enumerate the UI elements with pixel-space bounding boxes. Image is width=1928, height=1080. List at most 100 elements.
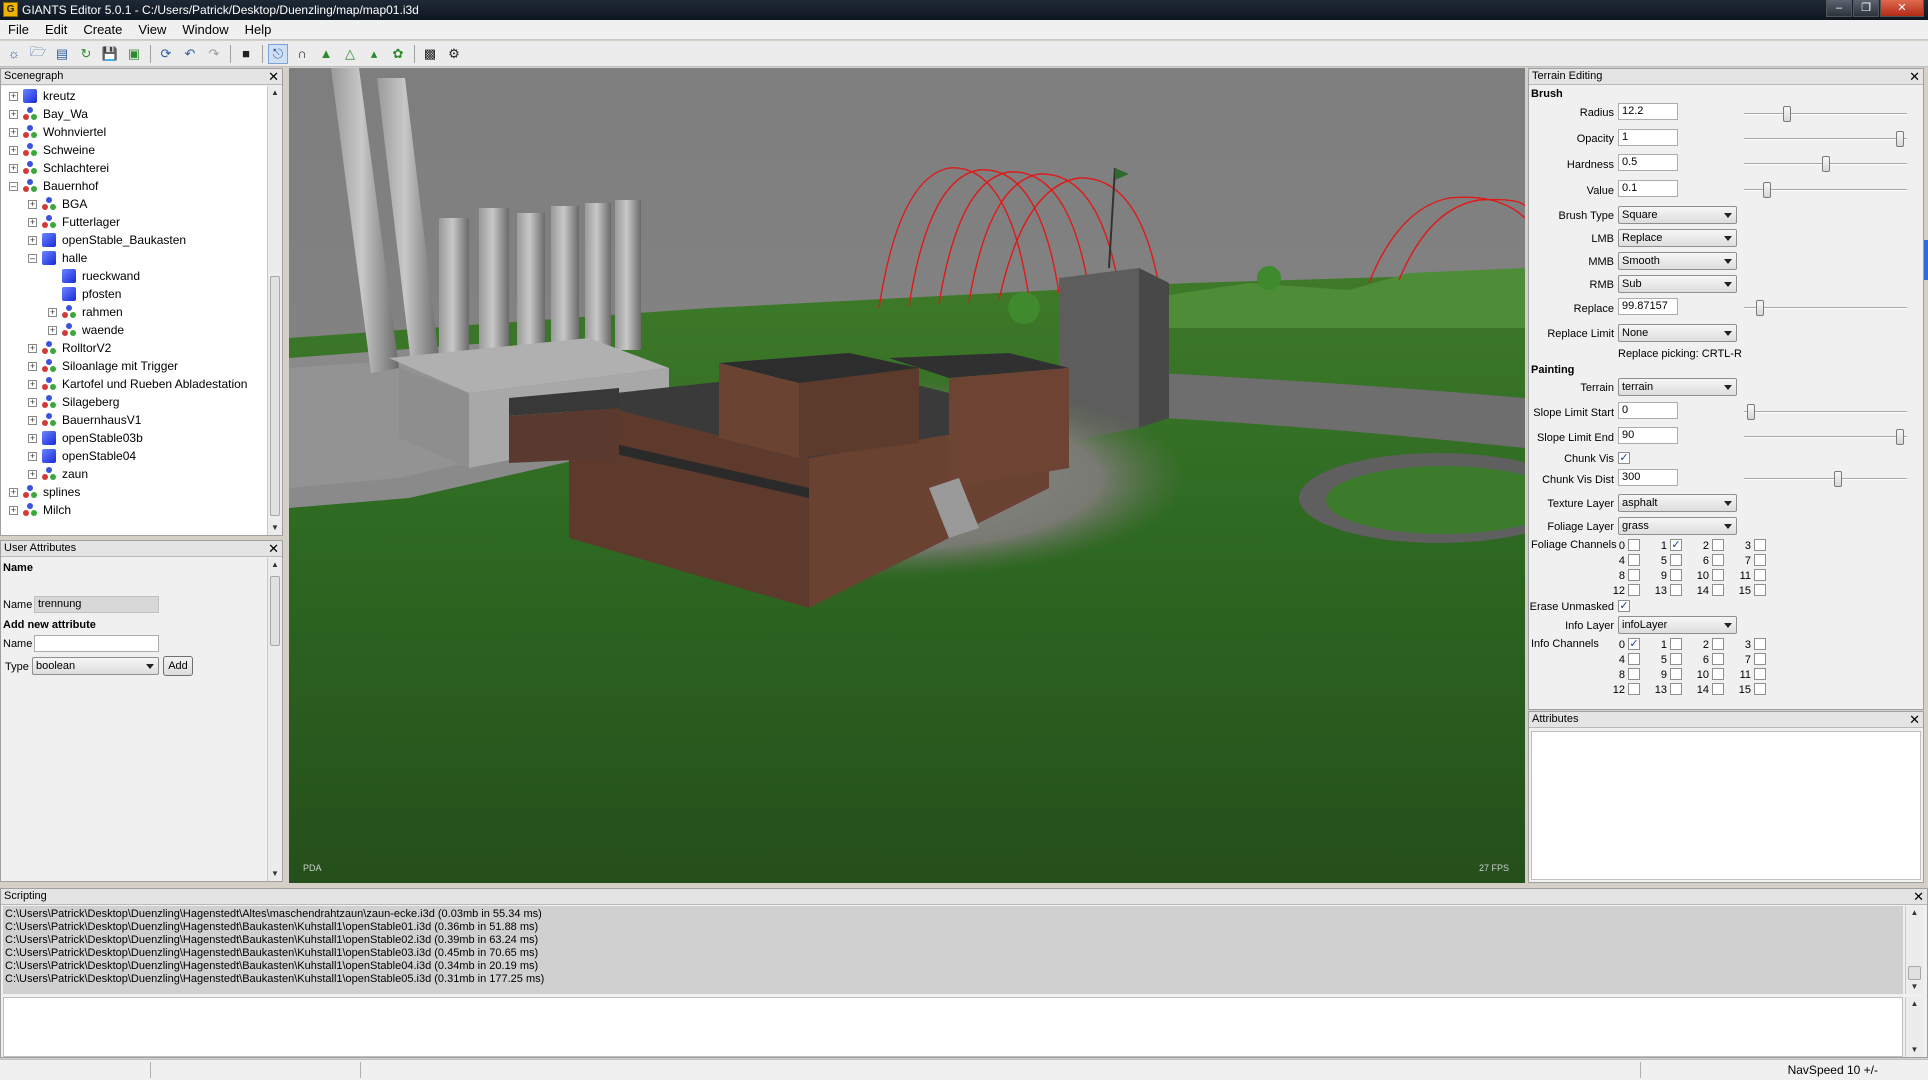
tree-node[interactable]: + Futterlager: [28, 213, 120, 231]
tree-node[interactable]: + Wohnviertel: [9, 123, 106, 141]
close-window-button[interactable]: ✕: [1880, 0, 1924, 17]
scroll-down-icon[interactable]: ▼: [268, 867, 282, 881]
terrain-select[interactable]: terrain: [1618, 378, 1737, 396]
replace-limit-select[interactable]: None: [1618, 324, 1737, 342]
new-file-icon[interactable]: ☼: [4, 44, 24, 64]
grid-icon[interactable]: ▩: [420, 44, 440, 64]
lmb-select[interactable]: Replace: [1618, 229, 1737, 247]
opacity-input[interactable]: 1: [1618, 129, 1678, 146]
tree-node[interactable]: rueckwand: [48, 267, 140, 285]
hardness-slider[interactable]: [1744, 156, 1907, 172]
scroll-up-icon[interactable]: ▲: [1906, 997, 1923, 1011]
command-scrollbar[interactable]: ▲ ▼: [1905, 997, 1923, 1057]
slider-handle[interactable]: [1747, 404, 1755, 420]
log-scrollbar[interactable]: ▲ ▼: [1905, 906, 1923, 994]
hardness-input[interactable]: 0.5: [1618, 154, 1678, 171]
tree-node[interactable]: + Siloanlage mit Trigger: [28, 357, 178, 375]
foliage-channel-checkbox[interactable]: [1670, 554, 1682, 566]
slider-handle[interactable]: [1763, 182, 1771, 198]
attribute-type-select[interactable]: boolean: [32, 657, 159, 675]
foliage-channel-checkbox[interactable]: [1712, 554, 1724, 566]
radius-slider[interactable]: [1744, 106, 1907, 122]
value-slider[interactable]: [1744, 182, 1907, 198]
info-channel-checkbox[interactable]: [1754, 653, 1766, 665]
tree-node[interactable]: + Schlachterei: [9, 159, 109, 177]
tree-node[interactable]: + kreutz: [9, 87, 76, 105]
scroll-up-icon[interactable]: ▲: [1906, 906, 1923, 920]
foliage-channel-checkbox[interactable]: [1628, 539, 1640, 551]
tree-node[interactable]: + Milch: [9, 501, 71, 519]
info-channel-checkbox[interactable]: [1670, 638, 1682, 650]
slope-limit-end-slider[interactable]: [1744, 429, 1907, 445]
info-channel-checkbox[interactable]: [1670, 668, 1682, 680]
tree-node[interactable]: + openStable_Baukasten: [28, 231, 186, 249]
slider-handle[interactable]: [1896, 429, 1904, 445]
3d-viewport[interactable]: PDA 27 FPS: [289, 68, 1525, 883]
slider-handle[interactable]: [1834, 471, 1842, 487]
minimize-button[interactable]: –: [1826, 0, 1852, 17]
info-channel-checkbox[interactable]: [1712, 668, 1724, 680]
foliage-channel-checkbox[interactable]: [1754, 539, 1766, 551]
tree-node[interactable]: – halle: [28, 249, 87, 267]
rmb-select[interactable]: Sub: [1618, 275, 1737, 293]
tree-node[interactable]: + Bay_Wa: [9, 105, 88, 123]
mmb-select[interactable]: Smooth: [1618, 252, 1737, 270]
foliage-channel-checkbox[interactable]: [1754, 569, 1766, 581]
foliage-channel-checkbox[interactable]: [1628, 569, 1640, 581]
replace-input[interactable]: 99.87157: [1618, 298, 1678, 315]
tree-node[interactable]: + BGA: [28, 195, 87, 213]
save-all-icon[interactable]: ▣: [124, 44, 144, 64]
tree-node[interactable]: pfosten: [48, 285, 121, 303]
menu-file[interactable]: File: [0, 22, 37, 37]
slider-handle[interactable]: [1822, 156, 1830, 172]
foliage-channel-checkbox[interactable]: [1670, 584, 1682, 596]
foliage-channel-checkbox[interactable]: [1712, 569, 1724, 581]
settings-icon[interactable]: ⚙: [444, 44, 464, 64]
scroll-down-icon[interactable]: ▼: [268, 521, 282, 535]
scroll-up-icon[interactable]: ▲: [268, 86, 282, 100]
info-channel-checkbox[interactable]: [1754, 668, 1766, 680]
foliage-channel-checkbox[interactable]: [1754, 584, 1766, 596]
scroll-thumb[interactable]: [1908, 966, 1921, 980]
info-channel-checkbox[interactable]: [1628, 668, 1640, 680]
scenegraph-tree[interactable]: + kreutz + Bay_Wa + Wohnviertel + Schweine +…: [1, 86, 267, 535]
foliage-channel-checkbox[interactable]: ✓: [1670, 539, 1682, 551]
value-input[interactable]: 0.1: [1618, 180, 1678, 197]
tree-node[interactable]: + BauernhausV1: [28, 411, 141, 429]
reload-icon[interactable]: ↻: [76, 44, 96, 64]
close-icon[interactable]: ✕: [1909, 712, 1920, 727]
info-channel-checkbox[interactable]: [1712, 638, 1724, 650]
import-icon[interactable]: ▤: [52, 44, 72, 64]
tree-node[interactable]: + splines: [9, 483, 80, 501]
undo-icon[interactable]: ↶: [180, 44, 200, 64]
slider-handle[interactable]: [1783, 106, 1791, 122]
add-attribute-button[interactable]: Add: [163, 656, 193, 676]
texture-layer-select[interactable]: asphalt: [1618, 494, 1737, 512]
scroll-down-icon[interactable]: ▼: [1906, 1043, 1923, 1057]
chunk-vis-dist-slider[interactable]: [1744, 471, 1907, 487]
menu-help[interactable]: Help: [237, 22, 280, 37]
maximize-button[interactable]: ❐: [1853, 0, 1879, 17]
refresh-icon[interactable]: ⟳: [156, 44, 176, 64]
tree-node[interactable]: + Schweine: [9, 141, 95, 159]
tree-node[interactable]: + RolltorV2: [28, 339, 111, 357]
info-channel-checkbox[interactable]: ✓: [1628, 638, 1640, 650]
tree-node[interactable]: + openStable03b: [28, 429, 143, 447]
user-attributes-scrollbar[interactable]: ▲ ▼: [267, 558, 282, 881]
close-icon[interactable]: ✕: [268, 541, 279, 556]
terrain-sculpt-icon[interactable]: ▲: [316, 44, 336, 64]
foliage-channel-checkbox[interactable]: [1712, 539, 1724, 551]
menu-view[interactable]: View: [130, 22, 174, 37]
close-icon[interactable]: ✕: [268, 69, 279, 84]
stop-icon[interactable]: ■: [236, 44, 256, 64]
scenegraph-scrollbar[interactable]: ▲ ▼: [267, 86, 282, 535]
slider-handle[interactable]: [1756, 300, 1764, 316]
info-channel-checkbox[interactable]: [1754, 683, 1766, 695]
close-icon[interactable]: ✕: [1909, 69, 1920, 84]
foliage-channel-checkbox[interactable]: [1628, 584, 1640, 596]
scroll-thumb[interactable]: [270, 576, 280, 646]
script-command-input[interactable]: [3, 997, 1903, 1057]
terrain-texture-icon[interactable]: ▴: [364, 44, 384, 64]
erase-unmasked-checkbox[interactable]: ✓: [1618, 600, 1630, 612]
info-channel-checkbox[interactable]: [1712, 683, 1724, 695]
